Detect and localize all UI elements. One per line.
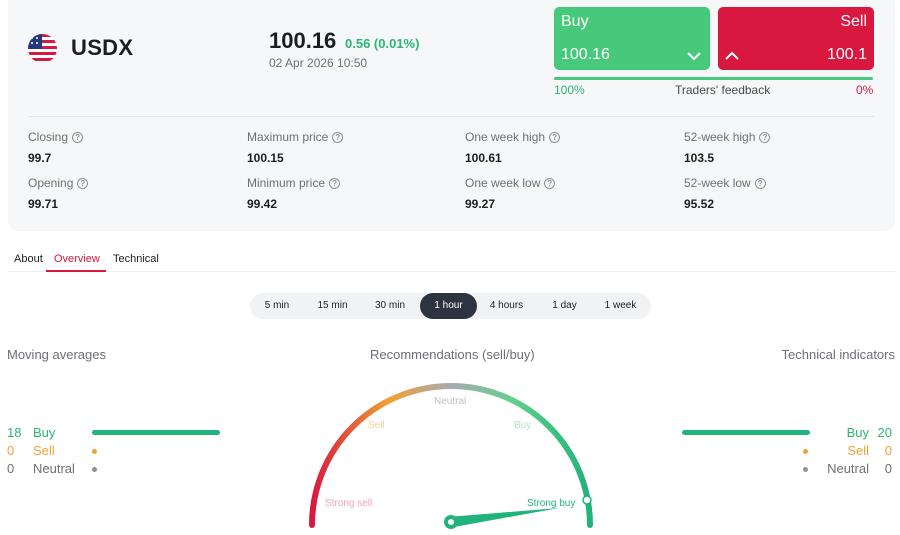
active-tab-underline: [46, 270, 106, 272]
tab-about[interactable]: About: [14, 253, 43, 265]
stat-label: 52-week high: [684, 130, 756, 144]
ti-buy-bar: [682, 430, 810, 435]
ma-sell-label: Sell: [33, 443, 55, 458]
stat-label: Maximum price: [247, 130, 329, 144]
info-icon[interactable]: ?: [549, 131, 561, 143]
buy-button-label: Buy: [561, 13, 589, 30]
ti-sell-dot: [803, 449, 808, 454]
period-selector: 5 min 15 min 30 min 1 hour 4 hours 1 day…: [250, 293, 651, 319]
stat-label: Closing: [28, 130, 69, 144]
feedback-sell-percent: 0%: [856, 83, 874, 97]
stat-52-week-high: 52-week high? 103.5: [684, 130, 771, 165]
ti-neutral-count: 0: [884, 461, 892, 476]
info-icon[interactable]: ?: [77, 177, 89, 189]
ti-neutral-dot: [803, 467, 808, 472]
buy-button[interactable]: Buy 100.16: [554, 7, 710, 70]
gauge-label-strong-buy: Strong buy: [527, 498, 575, 509]
sell-button-price: 100.1: [826, 46, 867, 63]
stat-value: 95.52: [684, 197, 715, 211]
ti-sell-count: 0: [884, 443, 892, 458]
sell-button-label: Sell: [840, 13, 867, 30]
gauge-label-strong-sell: Strong sell: [325, 498, 372, 509]
ti-buy-label: Buy: [846, 425, 869, 440]
stat-label: One week high: [465, 130, 546, 144]
current-price: 100.16: [269, 28, 337, 53]
info-icon[interactable]: ?: [332, 131, 344, 143]
ti-sell-label: Sell: [847, 443, 869, 458]
price-timestamp: 02 Apr 2026 10:50: [269, 56, 368, 70]
technical-indicators-title: Technical indicators: [781, 347, 895, 362]
info-icon[interactable]: ?: [544, 177, 556, 189]
info-icon[interactable]: ?: [754, 177, 766, 189]
ma-sell-dot: [92, 449, 97, 454]
ma-sell-count: 0: [7, 443, 15, 458]
price-change: 0.56 (0.01%): [345, 36, 420, 51]
stat-one-week-high: One week high? 100.61: [465, 130, 561, 165]
period-1-hour[interactable]: 1 hour: [420, 293, 477, 319]
period-4-hours[interactable]: 4 hours: [478, 293, 535, 319]
info-icon[interactable]: ?: [759, 131, 771, 143]
tab-overview[interactable]: Overview: [54, 253, 100, 265]
ti-neutral-label: Neutral: [827, 461, 869, 476]
stat-value: 100.15: [247, 151, 284, 165]
traders-feedback-bar: [554, 77, 873, 80]
stat-label: Minimum price: [247, 176, 326, 190]
stat-minimum-price: Minimum price? 99.42: [247, 176, 341, 211]
period-30-min[interactable]: 30 min: [361, 293, 419, 319]
ma-buy-bar: [92, 430, 220, 435]
gauge-needle: [448, 508, 559, 527]
stat-closing: Closing? 99.7: [28, 130, 84, 165]
tab-technical[interactable]: Technical: [113, 253, 159, 265]
stat-52-week-low: 52-week low? 95.52: [684, 176, 766, 211]
recommendation-gauge: Strong sell Sell Neutral Buy Strong buy: [309, 383, 593, 529]
feedback-buy-percent: 100%: [554, 83, 585, 97]
recommendations-title: Recommendations (sell/buy): [370, 347, 535, 362]
stat-value: 100.61: [465, 151, 502, 165]
gauge-label-sell: Sell: [368, 420, 385, 431]
ma-neutral-count: 0: [7, 461, 15, 476]
period-1-day[interactable]: 1 day: [536, 293, 593, 319]
instrument-symbol: USDX: [71, 35, 134, 60]
gauge-needle-pivot-center: [448, 519, 454, 525]
stat-value: 99.27: [465, 197, 496, 211]
period-1-week[interactable]: 1 week: [592, 293, 649, 319]
feedback-label: Traders' feedback: [675, 83, 771, 97]
chevron-down-icon: [687, 52, 701, 61]
info-icon[interactable]: ?: [329, 177, 341, 189]
stat-maximum-price: Maximum price? 100.15: [247, 130, 344, 165]
ti-buy-count: 20: [877, 425, 892, 440]
chevron-up-icon: [725, 51, 739, 60]
us-flag-icon: [28, 34, 57, 63]
card-divider: [28, 116, 874, 117]
stat-value: 103.5: [684, 151, 715, 165]
tabs-divider: [8, 271, 895, 272]
period-5-min[interactable]: 5 min: [250, 293, 304, 319]
stat-value: 99.42: [247, 197, 278, 211]
ma-buy-count: 18: [7, 425, 22, 440]
stat-value: 99.71: [28, 197, 59, 211]
info-icon[interactable]: ?: [72, 131, 84, 143]
gauge-end-marker: [582, 495, 592, 505]
gauge-label-neutral: Neutral: [434, 396, 466, 407]
stat-one-week-low: One week low? 99.27: [465, 176, 556, 211]
sell-button[interactable]: Sell 100.1: [718, 7, 874, 70]
buy-button-price: 100.16: [561, 46, 610, 63]
moving-averages-title: Moving averages: [7, 347, 106, 362]
stat-label: 52-week low: [684, 176, 751, 190]
stat-label: Opening: [28, 176, 74, 190]
stat-label: One week low: [465, 176, 541, 190]
stat-opening: Opening? 99.71: [28, 176, 89, 211]
ma-neutral-label: Neutral: [33, 461, 75, 476]
period-15-min[interactable]: 15 min: [304, 293, 361, 319]
stat-value: 99.7: [28, 151, 52, 165]
gauge-label-buy: Buy: [514, 420, 531, 431]
ma-neutral-dot: [92, 467, 97, 472]
traders-feedback-buy-fill: [554, 77, 873, 80]
ma-buy-label: Buy: [33, 425, 56, 440]
